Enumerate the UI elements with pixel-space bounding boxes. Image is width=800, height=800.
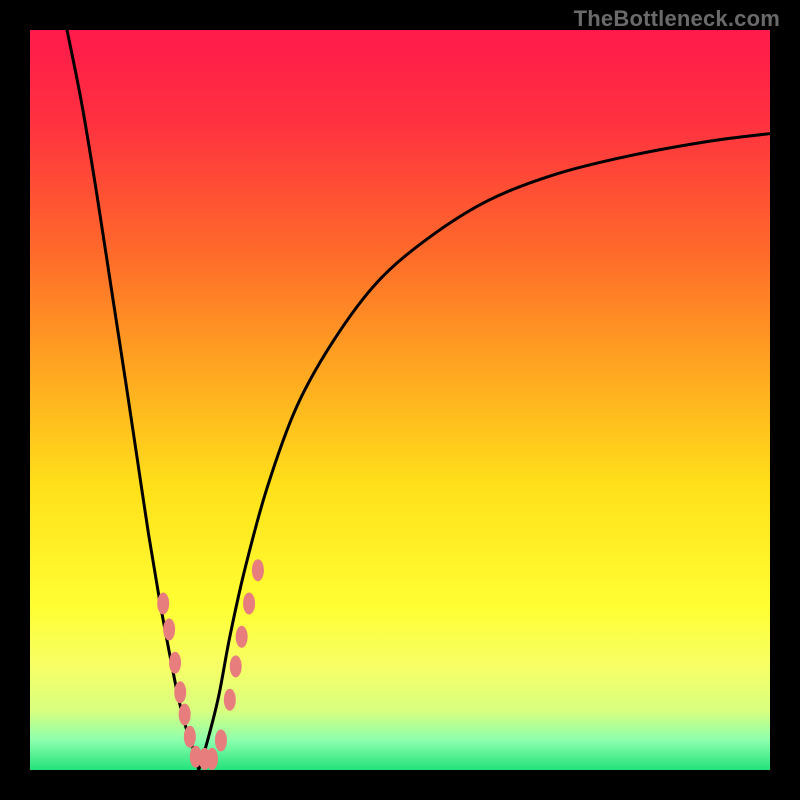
bottleneck-chart xyxy=(30,30,770,770)
data-marker xyxy=(157,593,169,615)
data-marker xyxy=(174,681,186,703)
data-marker xyxy=(184,726,196,748)
watermark-text: TheBottleneck.com xyxy=(574,6,780,32)
chart-frame: TheBottleneck.com xyxy=(0,0,800,800)
data-marker xyxy=(169,652,181,674)
data-marker xyxy=(215,729,227,751)
data-marker xyxy=(163,618,175,640)
data-marker xyxy=(206,748,218,770)
data-marker xyxy=(230,655,242,677)
data-marker xyxy=(179,704,191,726)
data-marker xyxy=(236,626,248,648)
gradient-background xyxy=(30,30,770,770)
data-marker xyxy=(224,689,236,711)
data-marker xyxy=(252,559,264,581)
data-marker xyxy=(243,593,255,615)
